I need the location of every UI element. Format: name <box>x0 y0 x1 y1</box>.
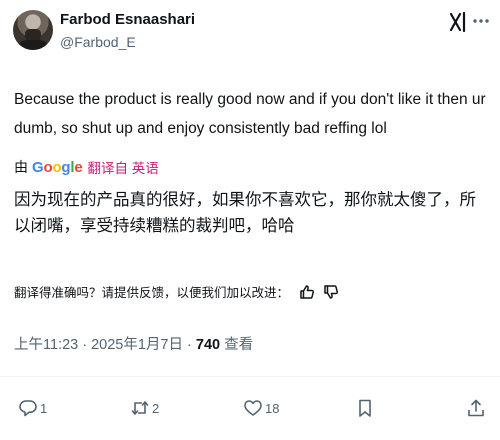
repost-icon <box>131 401 149 415</box>
reply-button[interactable]: 1 <box>18 398 47 418</box>
feedback-prompt: 翻译得准确吗？请提供反馈，以便我们加以改进： <box>14 286 290 300</box>
repost-button[interactable]: 2 <box>130 398 159 418</box>
tweet-text: Because the product is really good now a… <box>14 91 486 137</box>
translation-feedback: 翻译得准确吗？请提供反馈，以便我们加以改进： <box>14 282 339 301</box>
like-count: 18 <box>265 400 280 416</box>
heart-icon <box>244 400 262 416</box>
share-icon <box>468 399 484 417</box>
thumbs-down-icon[interactable] <box>323 284 339 300</box>
avatar[interactable] <box>13 10 53 50</box>
like-button[interactable]: 18 <box>243 398 279 418</box>
share-button[interactable] <box>466 398 486 418</box>
tweet-date[interactable]: 2025年1月7日 <box>91 337 183 353</box>
author-handle[interactable]: @Farbod_E <box>60 34 136 50</box>
reply-count: 1 <box>40 400 48 416</box>
tweet-meta: 上午11:23 · 2025年1月7日 · 740 查看 <box>14 337 254 353</box>
translated-by-prefix: 由 <box>14 159 28 175</box>
translated-by-row: 由 Google 翻译自 英语 <box>14 157 159 177</box>
bookmark-button[interactable] <box>355 398 375 418</box>
grok-icon[interactable] <box>448 11 468 33</box>
author-name[interactable]: Farbod Esnaashari <box>60 11 195 28</box>
google-logo: Google <box>32 158 83 176</box>
more-options-icon[interactable] <box>471 11 491 31</box>
thumbs-up-icon[interactable] <box>299 284 315 300</box>
translated-text: 因为现在的产品真的很好，如果你不喜欢它，那你就太傻了，所以闭嘴，享受持续糟糕的裁… <box>14 191 476 235</box>
views-count: 740 <box>195 337 221 353</box>
tweet-time[interactable]: 上午11:23 <box>14 337 78 353</box>
bookmark-icon <box>359 399 371 417</box>
divider <box>0 376 500 377</box>
views-label: 查看 <box>224 337 254 353</box>
repost-count: 2 <box>152 400 160 416</box>
reply-icon <box>19 400 37 417</box>
translate-source-link[interactable]: 翻译自 英语 <box>88 157 159 177</box>
